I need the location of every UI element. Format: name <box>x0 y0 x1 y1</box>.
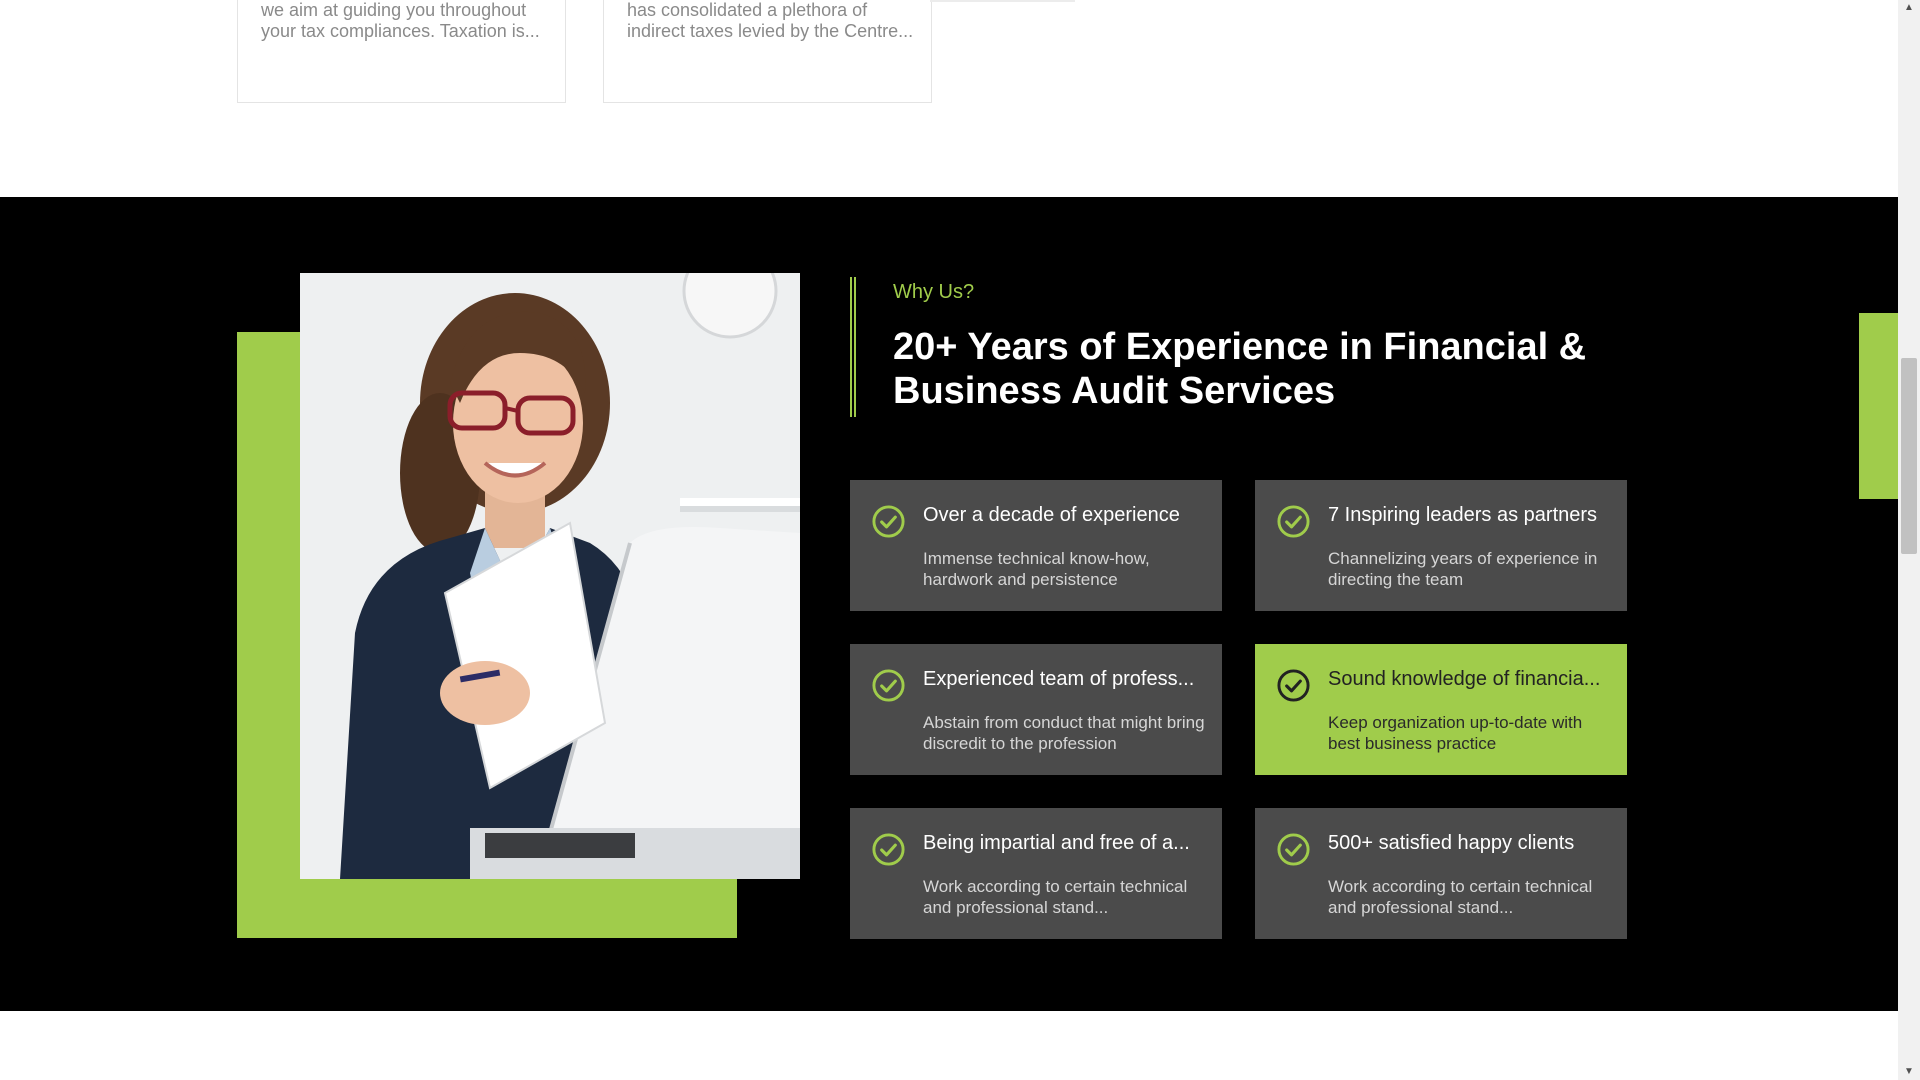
consultant-photo <box>300 273 800 879</box>
check-circle-icon <box>1277 669 1310 702</box>
feature-title: Over a decade of experience <box>923 504 1180 526</box>
feature-description: Immense technical know-how, hardwork and… <box>923 549 1150 589</box>
feature-title: Being impartial and free of a... <box>923 832 1190 854</box>
feature-card[interactable]: Experienced team of profess... Abstain f… <box>850 644 1222 775</box>
why-us-section: Why Us? 20+ Years of Experience in Finan… <box>0 197 1898 1011</box>
check-circle-icon <box>872 669 905 702</box>
divider <box>930 0 1075 2</box>
consultant-illustration <box>300 273 800 879</box>
service-card[interactable]: we aim at guiding you throughout your ta… <box>237 0 566 103</box>
feature-description: Keep organization up-to-date with best b… <box>1328 713 1583 753</box>
section-heading: Why Us? 20+ Years of Experience in Finan… <box>850 277 1670 417</box>
feature-description: Work according to certain technical and … <box>923 877 1188 917</box>
feature-card-active[interactable]: Sound knowledge of financia... Keep orga… <box>1255 644 1627 775</box>
feature-title: Experienced team of profess... <box>923 668 1195 690</box>
scrollbar-thumb[interactable] <box>1901 358 1917 554</box>
feature-card[interactable]: Over a decade of experience Immense tech… <box>850 480 1222 611</box>
side-floating-tab[interactable] <box>1859 313 1898 499</box>
page-scrollbar[interactable]: ▲ ▼ <box>1898 0 1920 1080</box>
feature-card[interactable]: 7 Inspiring leaders as partners Channeli… <box>1255 480 1627 611</box>
top-cards-area: we aim at guiding you throughout your ta… <box>0 0 1898 197</box>
service-card[interactable]: has consolidated a plethora of indirect … <box>603 0 932 103</box>
heading-accent-bar <box>850 277 856 417</box>
check-circle-icon <box>872 505 905 538</box>
section-eyebrow: Why Us? <box>893 281 975 303</box>
section-title: 20+ Years of Experience in Financial & B… <box>893 326 1587 412</box>
service-card-text: we aim at guiding you throughout your ta… <box>261 0 540 41</box>
service-card-text: has consolidated a plethora of indirect … <box>627 0 914 41</box>
feature-card[interactable]: 500+ satisfied happy clients Work accord… <box>1255 808 1627 939</box>
check-circle-icon <box>872 833 905 866</box>
feature-title: 7 Inspiring leaders as partners <box>1328 504 1598 526</box>
feature-description: Work according to certain technical and … <box>1328 877 1593 917</box>
feature-title: 500+ satisfied happy clients <box>1328 832 1575 854</box>
arrow-down-icon[interactable]: ▼ <box>1902 1066 1916 1078</box>
feature-description: Abstain from conduct that might bring di… <box>923 713 1205 753</box>
arrow-up-icon[interactable]: ▲ <box>1902 2 1916 14</box>
check-circle-icon <box>1277 833 1310 866</box>
feature-card[interactable]: Being impartial and free of a... Work ac… <box>850 808 1222 939</box>
feature-description: Channelizing years of experience in dire… <box>1328 549 1598 589</box>
feature-title: Sound knowledge of financia... <box>1328 668 1601 690</box>
check-circle-icon <box>1277 505 1310 538</box>
